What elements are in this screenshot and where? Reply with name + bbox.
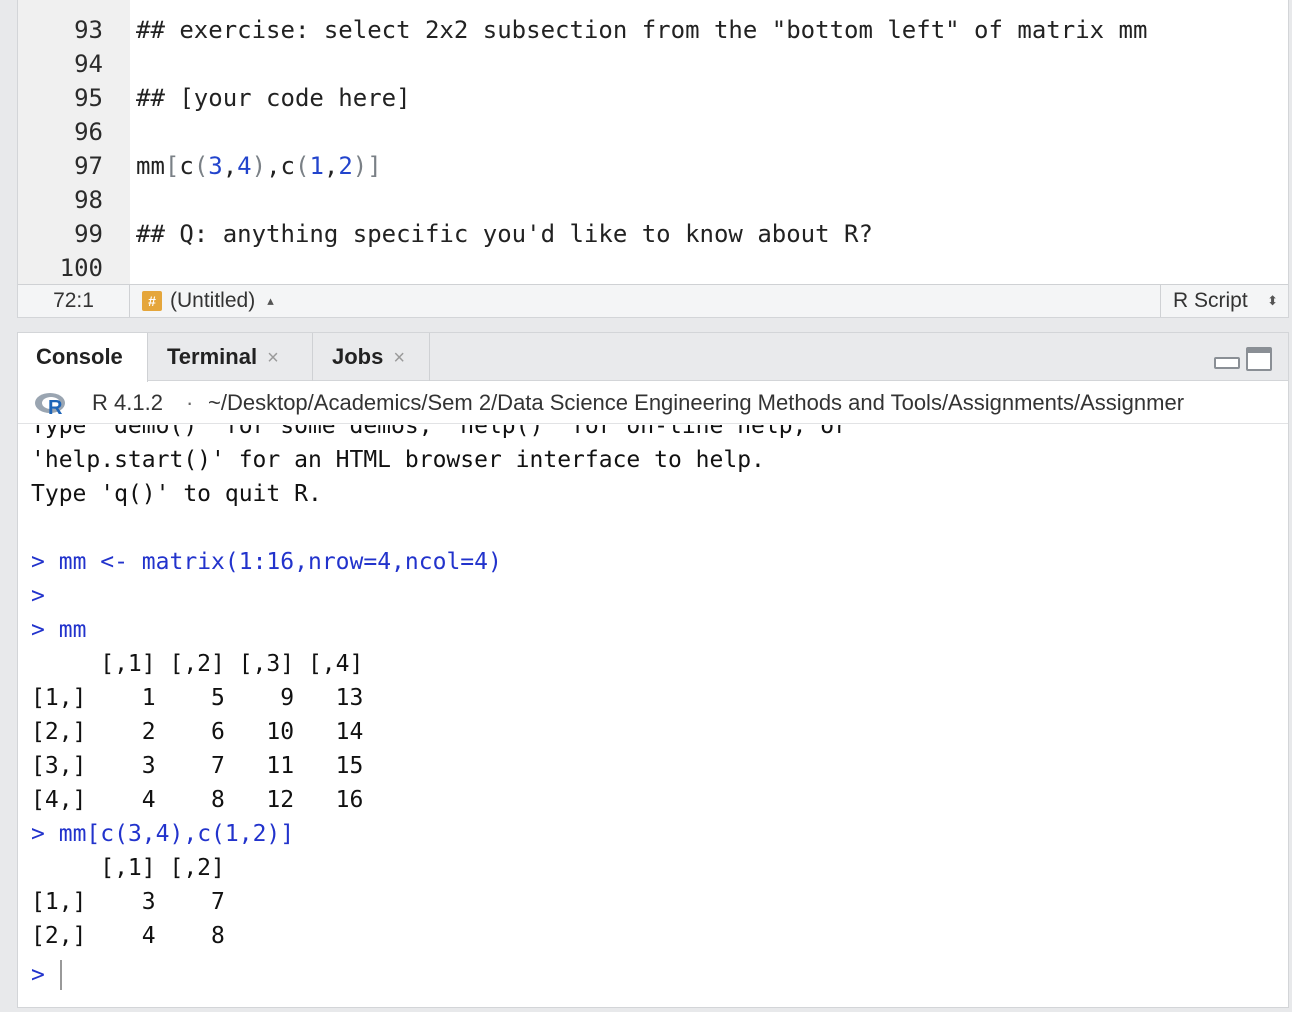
- console-output-line: [3,] 3 7 11 15: [31, 753, 364, 779]
- code-comment[interactable]: ## exercise: select 2x2 subsection from …: [136, 13, 1147, 47]
- console-output-line: [2,] 2 6 10 14: [31, 719, 364, 745]
- token-function: c: [280, 152, 295, 180]
- token-number: 1: [309, 152, 324, 180]
- console-command: mm: [58, 617, 87, 643]
- console-prompt: >: [31, 962, 45, 988]
- line-number: 97: [74, 152, 103, 180]
- console-output-line: Type 'q()' to quit R.: [31, 481, 322, 507]
- token-bracket: ]: [367, 152, 382, 180]
- console-command: mm <- matrix(1:16,nrow=4,ncol=4): [58, 549, 502, 575]
- close-icon[interactable]: ×: [267, 347, 279, 369]
- tab-label: Jobs: [332, 344, 384, 369]
- updown-chevron-icon: ▴: [267, 293, 274, 308]
- console-input-line[interactable]: >: [31, 958, 45, 992]
- editor-line[interactable]: 98: [18, 183, 1288, 217]
- token-paren: ): [251, 152, 267, 180]
- updown-chevron-icon: ⬍: [1267, 293, 1278, 308]
- r-logo-icon: R: [35, 393, 65, 417]
- section-hash-icon: #: [142, 291, 162, 311]
- console-prompt: >: [31, 821, 45, 847]
- token-paren: (: [294, 152, 310, 180]
- code-statement[interactable]: mm[c(3,4),c(1,2)]: [136, 149, 382, 183]
- token-comma: ,: [222, 152, 238, 180]
- tab-label: Console: [36, 344, 123, 369]
- console-command: mm[c(3,4),c(1,2)]: [58, 821, 295, 847]
- console-output-line: [4,] 4 8 12 16: [31, 787, 364, 813]
- text-caret: [60, 960, 62, 990]
- console-output-line: [1,] 1 5 9 13: [31, 685, 364, 711]
- line-number: 96: [74, 118, 103, 146]
- console-output-line: [,1] [,2]: [31, 855, 225, 881]
- editor-line[interactable]: 97 mm[c(3,4),c(1,2)]: [18, 149, 1288, 183]
- console-path-bar: R R 4.1.2 · ~/Desktop/Academics/Sem 2/Da…: [18, 382, 1288, 424]
- editor-line[interactable]: 95 ## [your code here]: [18, 81, 1288, 115]
- editor-status-bar: 72:1 # (Untitled) ▴ R Script ⬍: [18, 284, 1288, 317]
- editor-line[interactable]: 100: [18, 251, 1288, 285]
- editor-line[interactable]: 96: [18, 115, 1288, 149]
- console-prompt: >: [31, 617, 45, 643]
- line-number: 100: [59, 254, 103, 282]
- working-directory-link[interactable]: ~/Desktop/Academics/Sem 2/Data Science E…: [208, 382, 1184, 423]
- tab-console[interactable]: Console: [18, 333, 148, 382]
- console-pane: Console Terminal × Jobs × R R 4.1.2 · ~/De…: [17, 332, 1289, 1008]
- console-output-line: Type 'demo()' for some demos, 'help()' f…: [31, 425, 848, 439]
- console-output-line: 'help.start()' for an HTML browser inter…: [31, 447, 765, 473]
- editor-line[interactable]: 99 ## Q: anything specific you'd like to…: [18, 217, 1288, 251]
- tab-jobs[interactable]: Jobs ×: [314, 333, 430, 381]
- r-version: R 4.1.2: [92, 390, 163, 415]
- section-navigator[interactable]: # (Untitled) ▴: [142, 285, 274, 317]
- cursor-position: 72:1: [18, 285, 130, 317]
- pane-controls: [1214, 347, 1272, 373]
- close-icon[interactable]: ×: [393, 347, 405, 369]
- code-comment[interactable]: ## [your code here]: [136, 81, 411, 115]
- console-prompt: >: [31, 583, 45, 609]
- maximize-pane-icon[interactable]: [1246, 347, 1272, 371]
- tab-terminal[interactable]: Terminal ×: [149, 333, 313, 381]
- token-function: c: [179, 152, 194, 180]
- line-number: 98: [74, 186, 103, 214]
- console-tab-bar: Console Terminal × Jobs ×: [18, 333, 1288, 382]
- token-identifier: mm: [136, 152, 165, 180]
- console-prompt: >: [31, 549, 45, 575]
- console-command-line: > mm: [31, 613, 86, 647]
- token-number: 3: [208, 152, 223, 180]
- file-type-selector[interactable]: R Script ⬍: [1160, 285, 1288, 317]
- code-area[interactable]: 93 ## exercise: select 2x2 subsection fr…: [18, 0, 1288, 284]
- rstudio-window: 93 ## exercise: select 2x2 subsection fr…: [0, 0, 1292, 1012]
- line-number: 93: [74, 16, 103, 44]
- console-command-line: > mm[c(3,4),c(1,2)]: [31, 817, 294, 851]
- console-command-line: >: [31, 579, 59, 613]
- source-editor[interactable]: 93 ## exercise: select 2x2 subsection fr…: [17, 0, 1289, 318]
- editor-line[interactable]: 94: [18, 47, 1288, 81]
- token-paren: (: [193, 152, 209, 180]
- file-type-label: R Script: [1173, 289, 1248, 312]
- console-command-line: > mm <- matrix(1:16,nrow=4,ncol=4): [31, 545, 502, 579]
- token-comma: ,: [266, 152, 281, 180]
- token-comma: ,: [323, 152, 339, 180]
- line-number: 95: [74, 84, 103, 112]
- line-number: 99: [74, 220, 103, 248]
- svg-text:R: R: [48, 397, 63, 417]
- tab-label: Terminal: [167, 344, 258, 369]
- token-number: 4: [237, 152, 252, 180]
- console-output-line: [2,] 4 8: [31, 923, 225, 949]
- token-bracket: [: [164, 152, 180, 180]
- separator: ·: [186, 390, 194, 415]
- console-output-line: [1,] 3 7: [31, 889, 225, 915]
- minimize-pane-icon[interactable]: [1214, 357, 1240, 369]
- editor-line[interactable]: 93 ## exercise: select 2x2 subsection fr…: [18, 13, 1288, 47]
- console-output[interactable]: Type 'demo()' for some demos, 'help()' f…: [18, 425, 1288, 1007]
- section-label: (Untitled): [170, 289, 256, 312]
- token-number: 2: [338, 152, 353, 180]
- console-output-line: [,1] [,2] [,3] [,4]: [31, 651, 364, 677]
- line-number: 94: [74, 50, 103, 78]
- code-comment[interactable]: ## Q: anything specific you'd like to kn…: [136, 217, 873, 251]
- token-paren: ): [352, 152, 368, 180]
